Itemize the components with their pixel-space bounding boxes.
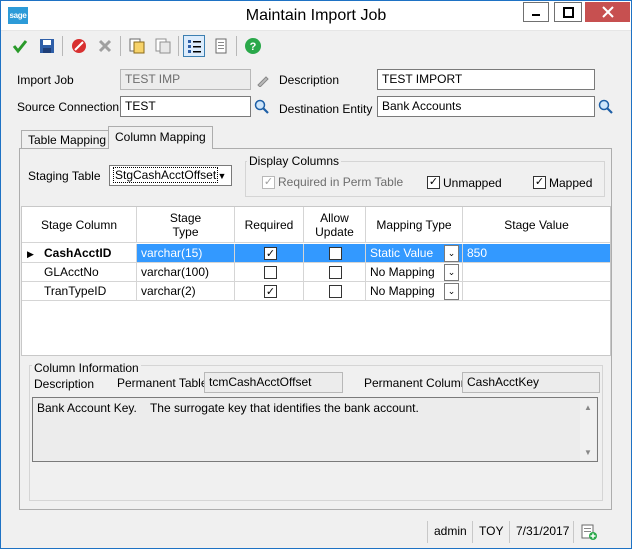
source-connection-label: Source Connection (17, 100, 120, 114)
help-icon: ? (245, 38, 261, 54)
import-job-lookup-button[interactable] (253, 70, 272, 89)
cell-stage-column[interactable]: CashAcctID (22, 244, 137, 263)
mapped-label: Mapped (549, 176, 593, 190)
status-bar: admin TOY 7/31/2017 (1, 514, 631, 548)
checkmark-icon (12, 40, 28, 54)
list-view-button[interactable] (183, 35, 205, 57)
report-icon (215, 38, 227, 54)
staging-table-value: StgCashAcctOffset (113, 167, 219, 183)
mapped-checkbox[interactable]: ✓ (533, 176, 546, 189)
cell-stage-value[interactable] (463, 263, 610, 282)
cell-stage-value[interactable]: 850 (463, 244, 610, 263)
scroll-down-icon[interactable]: ▼ (580, 444, 596, 460)
required-perm-table-checkbox: ✓ (262, 176, 275, 189)
save-icon (40, 39, 54, 53)
permanent-column-field: CashAcctKey (462, 372, 600, 393)
cancel-icon (98, 39, 112, 53)
chevron-down-icon: ▼ (217, 170, 227, 181)
svg-text:?: ? (250, 41, 257, 53)
permanent-column-label: Permanent Column (364, 376, 468, 390)
title-bar: sage Maintain Import Job (1, 1, 631, 31)
status-date: 7/31/2017 (509, 521, 575, 543)
permanent-table-label: Permanent Table (117, 376, 208, 390)
main-window: sage Maintain Import Job ? Import Job TE… (0, 0, 632, 549)
add-document-icon (581, 524, 597, 540)
save-button[interactable] (36, 35, 58, 57)
required-checkbox[interactable] (264, 266, 277, 279)
pencil-icon (256, 75, 269, 87)
col-header-stage-type[interactable]: Stage Type (137, 207, 235, 243)
copy-icon (129, 38, 145, 54)
status-action-button[interactable] (573, 521, 604, 543)
staging-table-select[interactable]: StgCashAcctOffset ▼ (109, 165, 232, 186)
list-icon (188, 40, 201, 53)
description-label: Description (279, 73, 340, 87)
copy-button[interactable] (126, 35, 148, 57)
description-text: Bank Account Key. The surrogate key that… (37, 401, 419, 415)
cancel-button[interactable] (94, 35, 116, 57)
unmapped-label: Unmapped (443, 176, 502, 190)
required-checkbox[interactable]: ✓ (264, 285, 277, 298)
import-job-field: TEST IMP (120, 69, 251, 90)
destination-entity-label: Destination Entity (279, 102, 373, 116)
display-columns-label: Display Columns (247, 154, 342, 168)
tab-table-mapping[interactable]: Table Mapping (21, 130, 114, 149)
col-header-mapping-type[interactable]: Mapping Type (366, 207, 463, 243)
chevron-down-icon[interactable]: ⌄ (444, 264, 459, 281)
import-job-label: Import Job (17, 73, 74, 87)
col-header-allow-update[interactable]: Allow Update (304, 207, 366, 243)
col-header-stage-column[interactable]: Stage Column (22, 207, 137, 243)
required-checkbox[interactable]: ✓ (264, 247, 277, 260)
description-scrollbar[interactable]: ▲ ▼ (580, 399, 596, 460)
search-icon (254, 99, 269, 114)
source-connection-lookup-button[interactable] (252, 97, 271, 116)
col-header-stage-value[interactable]: Stage Value (463, 207, 610, 243)
minimize-button[interactable] (523, 2, 549, 22)
required-perm-table-label: Required in Perm Table (278, 175, 404, 189)
status-company: TOY (472, 521, 509, 543)
row-indicator-icon: ▶ (27, 249, 34, 259)
chevron-down-icon[interactable]: ⌄ (444, 283, 459, 300)
rename-button[interactable] (152, 35, 174, 57)
search-icon (598, 99, 613, 114)
cell-stage-column[interactable]: TranTypeID (22, 282, 137, 301)
description-field[interactable]: TEST IMPORT (377, 69, 595, 90)
status-user: admin (427, 521, 473, 543)
column-mapping-grid: Stage Column Stage Type Required Allow U… (21, 206, 611, 356)
allow-update-checkbox[interactable] (329, 266, 342, 279)
chevron-down-icon[interactable]: ⌄ (444, 245, 459, 262)
delete-icon (72, 39, 86, 53)
close-icon (601, 6, 614, 18)
source-connection-field[interactable]: TEST (120, 96, 251, 117)
toolbar: ? (1, 32, 631, 60)
cell-stage-type[interactable]: varchar(2) (137, 282, 235, 301)
description-info-label: Description (34, 377, 95, 391)
maximize-button[interactable] (554, 2, 582, 22)
description-text-area: Bank Account Key. The surrogate key that… (32, 397, 598, 462)
destination-entity-field[interactable]: Bank Accounts (377, 96, 595, 117)
unmapped-checkbox[interactable]: ✓ (427, 176, 440, 189)
cell-stage-type[interactable]: varchar(15) (137, 244, 235, 263)
accept-button[interactable] (9, 35, 31, 57)
cell-stage-value[interactable] (463, 282, 610, 301)
scroll-up-icon[interactable]: ▲ (580, 399, 596, 415)
help-button[interactable]: ? (242, 35, 264, 57)
allow-update-checkbox[interactable] (329, 247, 342, 260)
column-information-label: Column Information (32, 361, 141, 375)
delete-button[interactable] (68, 35, 90, 57)
rename-icon (155, 38, 171, 54)
destination-entity-lookup-button[interactable] (596, 97, 615, 116)
report-button[interactable] (210, 35, 232, 57)
close-button[interactable] (585, 2, 630, 22)
maximize-icon (562, 6, 574, 18)
allow-update-checkbox[interactable] (329, 285, 342, 298)
minimize-icon (532, 14, 540, 16)
cell-stage-column[interactable]: GLAcctNo (22, 263, 137, 282)
col-header-required[interactable]: Required (235, 207, 304, 243)
staging-table-label: Staging Table (28, 169, 101, 183)
cell-stage-type[interactable]: varchar(100) (137, 263, 235, 282)
permanent-table-field: tcmCashAcctOffset (204, 372, 343, 393)
tab-column-mapping[interactable]: Column Mapping (108, 126, 213, 149)
